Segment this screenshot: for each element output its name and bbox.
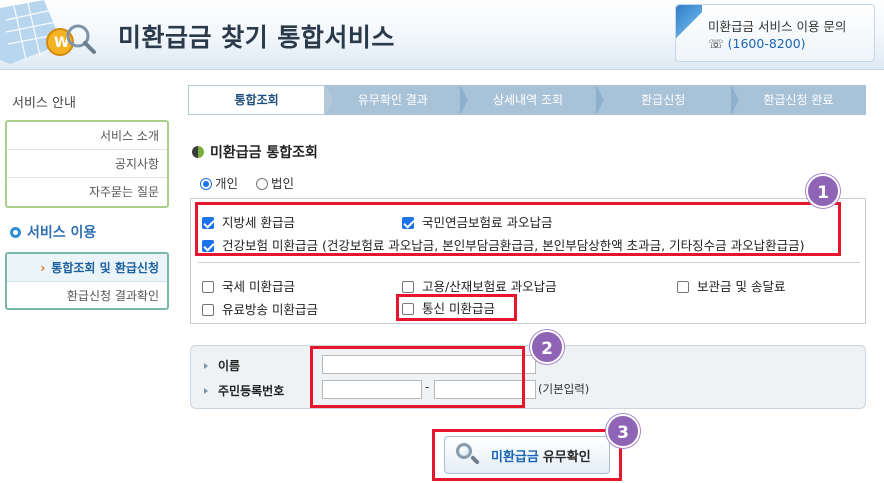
sidebar-item-service-intro[interactable]: 서비스 소개 <box>7 122 167 150</box>
checkbox-deposit-fee[interactable] <box>677 281 689 293</box>
radio-individual-label: 개인 <box>215 176 239 191</box>
rrn-label: 주민등록번호 <box>204 382 284 399</box>
check-national-tax[interactable]: 국세 미환급금 <box>202 276 295 295</box>
step-inquiry: 통합조회 <box>188 85 334 115</box>
sidebar-info-menu: 서비스 소개 공지사항 자주묻는 질문 <box>5 120 169 208</box>
contact-box[interactable]: 미환급금 서비스 이용 문의 ☏ (1600-8200) <box>675 4 875 62</box>
checkbox-pay-tv[interactable] <box>202 304 214 316</box>
radio-individual[interactable]: 개인 <box>200 173 238 192</box>
check-pay-tv[interactable]: 유료방송 미환급금 <box>202 299 318 318</box>
check-employment-insurance[interactable]: 고용/산재보험료 과오납금 <box>402 276 557 295</box>
annotation-badge-3: 3 <box>606 414 640 448</box>
applicant-type-radios: 개인 법인 <box>200 173 308 192</box>
site-title: 미환급금 찾기 통합서비스 <box>118 23 395 52</box>
rrn-hint: (기본입력) <box>538 382 590 396</box>
sidebar-item-inquiry-refund-label: 통합조회 및 환급신청 <box>51 261 159 275</box>
step-chevron-icon <box>730 85 739 115</box>
name-label: 이름 <box>204 357 240 374</box>
phone-icon: ☏ <box>708 36 724 51</box>
step-chevron-icon <box>595 85 604 115</box>
annotation-badge-2: 2 <box>530 330 564 364</box>
contact-phone-number: (1600-8200) <box>727 36 806 51</box>
annotation-box-telecom <box>396 294 517 321</box>
step-detail-inquiry: 상세내역 조회 <box>460 85 604 115</box>
step-chevron-icon <box>460 85 469 115</box>
section-title-text: 미환급금 통합조회 <box>210 145 318 161</box>
annotation-badge-1: 1 <box>806 174 840 208</box>
step-existence-result-label: 유무확인 결과 <box>357 93 428 107</box>
target-bullet-icon <box>10 227 21 238</box>
check-deposit-fee[interactable]: 보관금 및 송달료 <box>677 276 785 295</box>
radio-corporation-circle[interactable] <box>256 178 268 190</box>
step-detail-inquiry-label: 상세내역 조회 <box>492 93 564 107</box>
radio-corporation[interactable]: 법인 <box>256 173 294 192</box>
sidebar-use-menu: › 통합조회 및 환급신청 환급신청 결과확인 <box>5 252 169 310</box>
sidebar-item-notice[interactable]: 공지사항 <box>7 150 167 178</box>
name-label-text: 이름 <box>218 359 241 373</box>
contact-phone: ☏ (1600-8200) <box>708 36 806 51</box>
section-title: 미환급금 통합조회 <box>192 142 318 162</box>
annotation-box-1 <box>195 202 841 256</box>
progress-steps: 통합조회 유무확인 결과 상세내역 조회 환급신청 환급신청 완료 <box>188 85 867 115</box>
sidebar-section-service-use: 서비스 이용 <box>10 222 96 242</box>
radio-individual-circle[interactable] <box>200 178 212 190</box>
rrn-label-text: 주민등록번호 <box>218 384 285 398</box>
sidebar-section-service-use-label: 서비스 이용 <box>27 225 97 241</box>
site-header: W 미환급금 찾기 통합서비스 미환급금 서비스 이용 문의 ☏ (1600-82… <box>0 0 884 70</box>
step-refund-complete-label: 환급신청 완료 <box>763 93 834 107</box>
panel-divider <box>198 262 860 263</box>
step-existence-result: 유무확인 결과 <box>325 85 469 115</box>
site-logo-icon[interactable]: W <box>0 0 104 70</box>
checkbox-employment-insurance[interactable] <box>402 281 414 293</box>
section-bullet-icon <box>192 146 204 158</box>
annotation-box-3 <box>432 429 622 481</box>
step-chevron-icon <box>325 85 334 115</box>
radio-corporation-label: 법인 <box>271 176 295 191</box>
check-national-tax-label: 국세 미환급금 <box>222 279 295 294</box>
sidebar-section-service-info: 서비스 안내 <box>12 96 76 111</box>
sidebar-item-refund-result[interactable]: 환급신청 결과확인 <box>7 282 167 310</box>
contact-label: 미환급금 서비스 이용 문의 <box>708 19 847 34</box>
check-deposit-fee-label: 보관금 및 송달료 <box>697 279 786 294</box>
triangle-bullet-icon <box>204 363 208 369</box>
sidebar-item-inquiry-refund[interactable]: › 통합조회 및 환급신청 <box>7 254 167 282</box>
step-refund-apply: 환급신청 <box>595 85 739 115</box>
contact-corner-decoration <box>676 5 702 61</box>
step-refund-apply-label: 환급신청 <box>641 93 686 107</box>
checkbox-national-tax[interactable] <box>202 281 214 293</box>
check-pay-tv-label: 유료방송 미환급금 <box>222 302 318 317</box>
triangle-bullet-icon <box>204 388 208 394</box>
step-refund-complete: 환급신청 완료 <box>730 85 867 115</box>
sidebar-item-faq[interactable]: 자주묻는 질문 <box>7 178 167 206</box>
step-inquiry-label: 통합조회 <box>234 93 279 107</box>
annotation-box-2 <box>310 346 525 408</box>
chevron-right-icon: › <box>40 261 46 275</box>
check-employment-insurance-label: 고용/산재보험료 과오납금 <box>422 279 557 294</box>
